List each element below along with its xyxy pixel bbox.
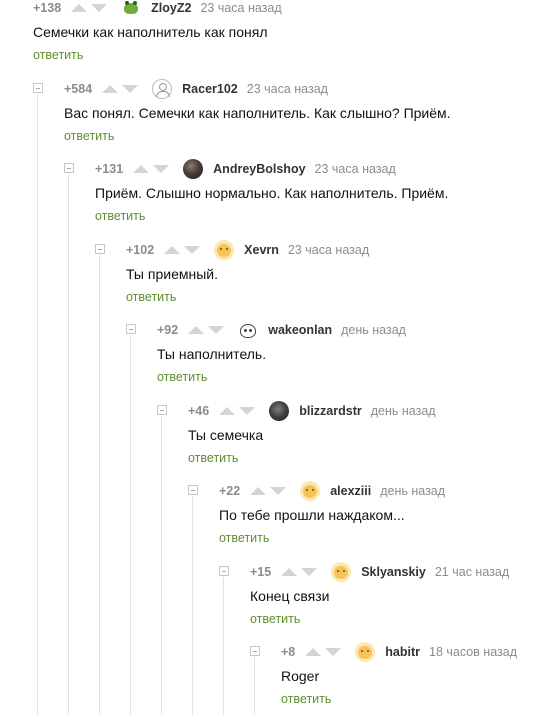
comment-text: Приём. Слышно нормально. Как наполнитель… [95, 185, 449, 201]
comment-time[interactable]: день назад [371, 404, 436, 418]
reply-link[interactable]: ответить [157, 370, 207, 384]
comment-username[interactable]: wakeonlan [268, 323, 332, 337]
downvote-icon[interactable] [239, 407, 256, 415]
pikabu-icon[interactable] [300, 481, 321, 501]
pikabu-icon[interactable] [331, 562, 352, 582]
upvote-icon[interactable] [219, 407, 236, 415]
comment-username[interactable]: Sklyanskiy [361, 565, 426, 579]
comment-text: Конец связи [250, 588, 330, 604]
upvote-icon[interactable] [102, 85, 119, 93]
reply-link[interactable]: ответить [126, 290, 176, 304]
reply-link[interactable]: ответить [250, 612, 300, 626]
upvote-icon[interactable] [71, 4, 88, 12]
comment: +92 wakeonlan день назад Ты наполнитель.… [0, 320, 536, 402]
downvote-icon[interactable] [153, 165, 170, 173]
reply-link[interactable]: ответить [188, 451, 238, 465]
comment-rating: +131 [95, 162, 124, 176]
pikabu-icon[interactable] [355, 642, 376, 662]
comment-rating: +584 [64, 82, 93, 96]
comment-text: Ты приемный. [126, 266, 218, 282]
downvote-icon[interactable] [208, 326, 225, 334]
comment: +15 Sklyanskiy 21 час назад Конец связи … [0, 562, 536, 644]
downvote-icon[interactable] [122, 85, 139, 93]
comment-rating: +102 [126, 243, 155, 257]
reply-link[interactable]: ответить [33, 48, 83, 62]
comment-rating: +22 [219, 484, 241, 498]
comment-text: Ты наполнитель. [157, 346, 267, 362]
comment-rating: +15 [250, 565, 272, 579]
comment-username[interactable]: blizzardstr [299, 404, 362, 418]
comment: +102 Xevrn 23 часа назад Ты приемный. от… [0, 240, 536, 322]
comment-time[interactable]: 23 часа назад [288, 243, 369, 257]
upvote-icon[interactable] [250, 487, 267, 495]
comment-text: Ты семечка [188, 427, 264, 443]
comment-rating: +92 [157, 323, 179, 337]
upvote-icon[interactable] [133, 165, 150, 173]
comment-text: Семечки как наполнитель как понял [33, 24, 268, 40]
downvote-icon[interactable] [91, 4, 108, 12]
comment-username[interactable]: alexziii [330, 484, 371, 498]
sketch-face-icon[interactable] [238, 320, 259, 340]
comment-username[interactable]: ZloyZ2 [151, 1, 191, 15]
comment: +8 habitr 18 часов назад Roger ответить [0, 642, 536, 724]
comment-text: По тебе прошли наждаком... [219, 507, 405, 523]
upvote-icon[interactable] [188, 326, 205, 334]
comment-username[interactable]: Racer102 [182, 82, 238, 96]
reply-link[interactable]: ответить [95, 209, 145, 223]
comment-time[interactable]: 23 часа назад [200, 1, 281, 15]
comment-time[interactable]: 23 часа назад [315, 162, 396, 176]
comment-username[interactable]: habitr [385, 645, 420, 659]
user-photo[interactable] [269, 401, 290, 421]
frog-icon[interactable] [121, 0, 142, 18]
comment-username[interactable]: Xevrn [244, 243, 279, 257]
comment-rating: +138 [33, 1, 62, 15]
comment-rating: +46 [188, 404, 210, 418]
comment-text: Вас понял. Семечки как наполнитель. Как … [64, 105, 451, 121]
comment-time[interactable]: 21 час назад [435, 565, 509, 579]
reply-link[interactable]: ответить [219, 531, 269, 545]
comment-time[interactable]: день назад [380, 484, 445, 498]
downvote-icon[interactable] [270, 487, 287, 495]
upvote-icon[interactable] [281, 568, 298, 576]
comment-text: Roger [281, 668, 320, 684]
comment-time[interactable]: день назад [341, 323, 406, 337]
comment-time[interactable]: 23 часа назад [247, 82, 328, 96]
upvote-icon[interactable] [305, 648, 322, 656]
downvote-icon[interactable] [301, 568, 318, 576]
upvote-icon[interactable] [164, 246, 181, 254]
comment: +138 ZloyZ2 23 часа назад Семечки как на… [0, 0, 536, 80]
comment-username[interactable]: AndreyBolshoy [213, 162, 305, 176]
comment-rating: +8 [281, 645, 296, 659]
comment: +22 alexziii день назад По тебе прошли н… [0, 481, 536, 563]
pikabu-icon[interactable] [214, 240, 235, 260]
default-user-icon[interactable] [152, 79, 173, 99]
downvote-icon[interactable] [184, 246, 201, 254]
reply-link[interactable]: ответить [281, 692, 331, 706]
comment: +131 AndreyBolshoy 23 часа назад Приём. … [0, 159, 536, 241]
comment: +584 Racer102 23 часа назад Вас понял. С… [0, 79, 536, 161]
downvote-icon[interactable] [325, 648, 342, 656]
reply-link[interactable]: ответить [64, 129, 114, 143]
user-photo[interactable] [183, 159, 204, 179]
comment: +46 blizzardstr день назад Ты семечка от… [0, 401, 536, 483]
comment-time[interactable]: 18 часов назад [429, 645, 517, 659]
